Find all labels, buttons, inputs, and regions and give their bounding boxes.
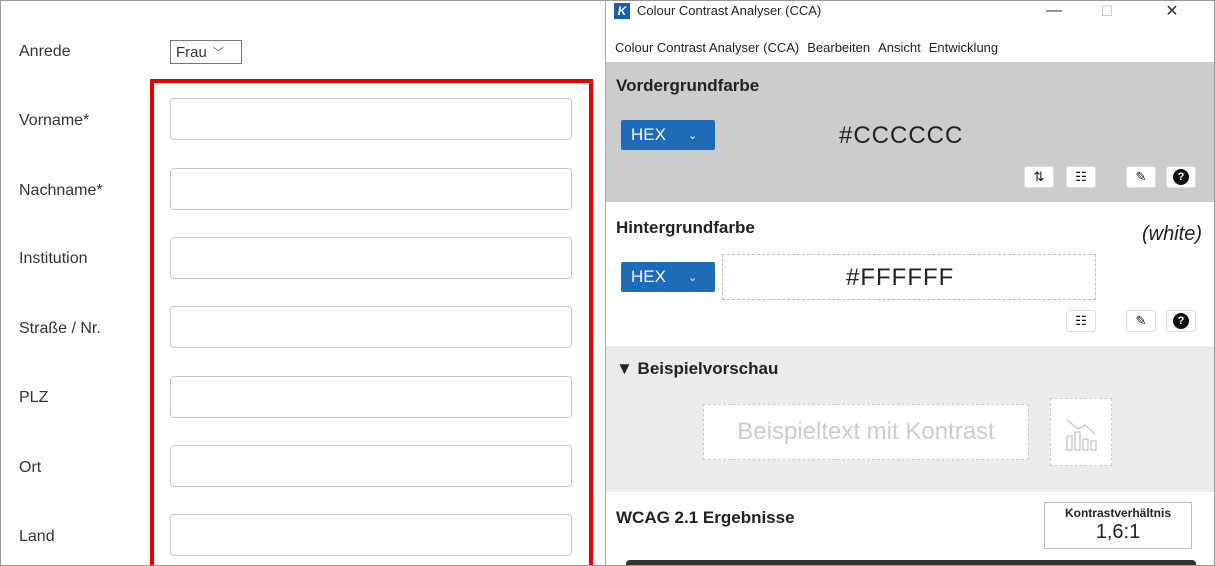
preview-section: ▼ Beispielvorschau Beispieltext mit Kont… bbox=[606, 346, 1215, 492]
anrede-value: Frau bbox=[176, 43, 207, 61]
help-icon[interactable]: ? bbox=[1166, 166, 1196, 188]
plz-input[interactable] bbox=[170, 376, 572, 418]
sample-text-box: Beispieltext mit Kontrast bbox=[703, 404, 1029, 460]
strasse-label: Straße / Nr. bbox=[19, 320, 101, 337]
title-bar: K Colour Contrast Analyser (CCA) — ☐ ✕ bbox=[606, 0, 1215, 22]
help-icon[interactable]: ? bbox=[1166, 310, 1196, 332]
nachname-label: Nachname* bbox=[19, 182, 103, 199]
preview-heading[interactable]: ▼ Beispielvorschau bbox=[616, 359, 778, 379]
anrede-select[interactable]: Frau ﹀ bbox=[170, 40, 242, 64]
ort-label: Ort bbox=[19, 459, 42, 476]
maximize-button[interactable]: ☐ bbox=[1084, 0, 1130, 22]
cca-window: K Colour Contrast Analyser (CCA) — ☐ ✕ C… bbox=[605, 0, 1215, 566]
institution-label: Institution bbox=[19, 250, 88, 267]
eyedropper-icon[interactable]: ✎ bbox=[1126, 166, 1156, 188]
ort-input[interactable] bbox=[170, 445, 572, 487]
sliders-icon[interactable]: ☷ bbox=[1066, 310, 1096, 332]
nachname-input[interactable] bbox=[170, 168, 572, 210]
chart-icon bbox=[1066, 419, 1097, 451]
foreground-hex-value[interactable]: #CCCCCC bbox=[839, 122, 963, 150]
sample-icon-box bbox=[1050, 398, 1112, 466]
foreground-format-select[interactable]: HEX ⌄ bbox=[621, 120, 715, 150]
background-format-select[interactable]: HEX ⌄ bbox=[621, 262, 715, 292]
plz-label: PLZ bbox=[19, 389, 49, 406]
foreground-section: Vordergrundfarbe HEX ⌄ #CCCCCC ⇅ ☷ ✎ ? bbox=[606, 62, 1215, 202]
menu-item-entwicklung[interactable]: Entwicklung bbox=[925, 40, 1002, 62]
land-input[interactable] bbox=[170, 514, 572, 556]
menu-item-cca[interactable]: Colour Contrast Analyser (CCA) bbox=[606, 40, 803, 62]
anrede-label: Anrede bbox=[19, 43, 71, 60]
background-hex-value: #FFFFFF bbox=[846, 264, 955, 291]
menu-bar: Colour Contrast Analyser (CCA) Bearbeite… bbox=[606, 40, 1002, 62]
foreground-heading: Vordergrundfarbe bbox=[616, 76, 760, 95]
chevron-down-icon: ﹀ bbox=[212, 47, 224, 59]
swap-icon[interactable]: ⇅ bbox=[1024, 166, 1054, 188]
institution-input[interactable] bbox=[170, 237, 572, 279]
results-bar bbox=[626, 560, 1196, 566]
menu-item-bearbeiten[interactable]: Bearbeiten bbox=[803, 40, 874, 62]
land-label: Land bbox=[19, 528, 55, 545]
background-format-value: HEX bbox=[631, 267, 666, 286]
foreground-format-value: HEX bbox=[631, 125, 666, 144]
chevron-down-icon: ⌄ bbox=[687, 129, 698, 142]
vorname-input[interactable] bbox=[170, 98, 572, 140]
menu-item-ansicht[interactable]: Ansicht bbox=[874, 40, 925, 62]
wcag-section: WCAG 2.1 Ergebnisse Kontrastverhältnis 1… bbox=[606, 492, 1215, 566]
close-button[interactable]: ✕ bbox=[1149, 0, 1195, 22]
strasse-input[interactable] bbox=[170, 306, 572, 348]
sliders-icon[interactable]: ☷ bbox=[1066, 166, 1096, 188]
background-heading: Hintergrundfarbe bbox=[616, 218, 755, 237]
contrast-ratio-label: Kontrastverhältnis bbox=[1064, 506, 1172, 520]
sample-text: Beispieltext mit Kontrast bbox=[737, 418, 995, 445]
contrast-ratio-box: Kontrastverhältnis 1,6:1 bbox=[1044, 502, 1192, 549]
app-icon: K bbox=[614, 3, 630, 19]
wcag-heading: WCAG 2.1 Ergebnisse bbox=[616, 508, 795, 527]
contrast-ratio-value: 1,6:1 bbox=[1095, 521, 1141, 543]
background-color-name: (white) bbox=[1141, 223, 1202, 245]
eyedropper-icon[interactable]: ✎ bbox=[1126, 310, 1156, 332]
minimize-button[interactable]: — bbox=[1031, 0, 1077, 22]
chevron-down-icon: ⌄ bbox=[687, 271, 698, 284]
window-title: Colour Contrast Analyser (CCA) bbox=[637, 3, 822, 18]
background-section: Hintergrundfarbe (white) HEX ⌄ #FFFFFF ☷… bbox=[606, 202, 1215, 346]
vorname-label: Vorname* bbox=[19, 112, 90, 129]
